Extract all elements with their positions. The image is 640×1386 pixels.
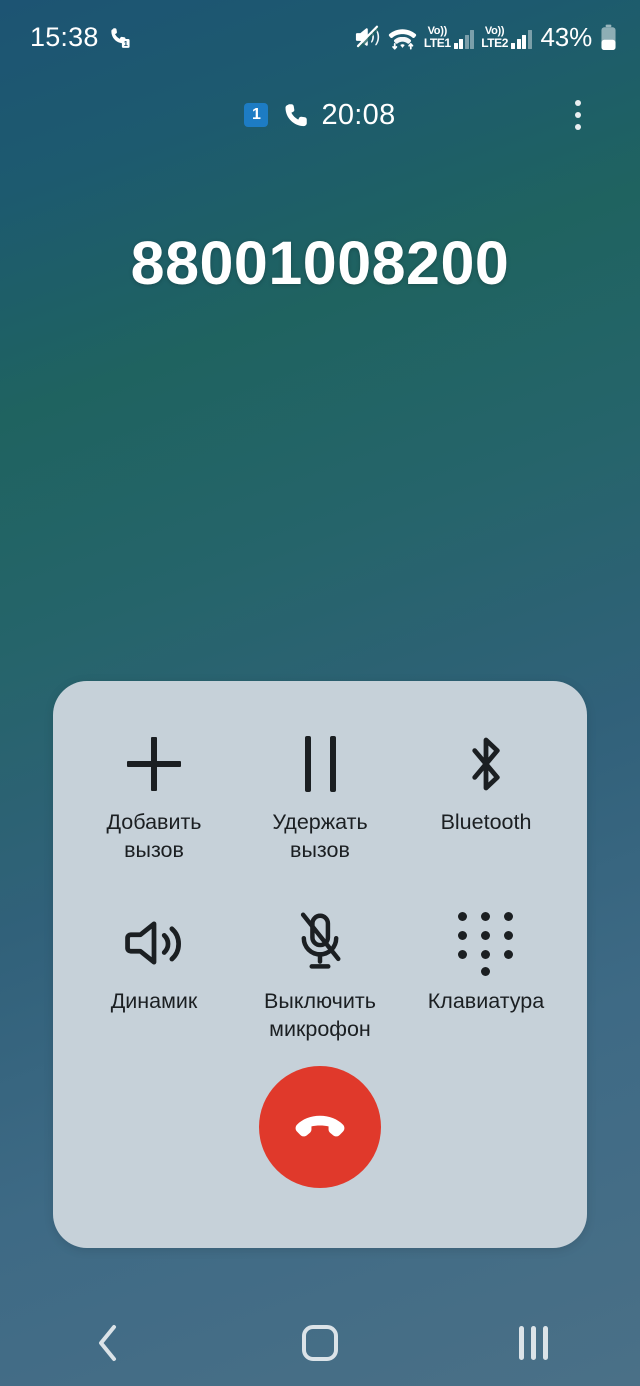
sim-badge: 1 <box>244 103 269 127</box>
call-status-inner: 1 20:08 <box>244 99 395 132</box>
nav-home-button[interactable] <box>213 1300 426 1386</box>
in-call-controls-grid: Добавитьвызов Удержатьвызов Bluetooth <box>53 681 587 1049</box>
sim1-signal-bars <box>453 29 475 49</box>
keypad-label: Клавиатура <box>427 989 545 1014</box>
keypad-button[interactable]: Клавиатура <box>403 906 569 1049</box>
sim1-signal: Vo)) LTE1 <box>423 24 475 50</box>
status-bar-left: 15:38 1 <box>30 22 131 53</box>
sim1-volte-label: Vo)) LTE1 <box>423 24 451 50</box>
call-duration: 20:08 <box>321 98 396 131</box>
status-bar: 15:38 1 Vo)) LTE1 Vo)) LTE2 43% <box>0 0 640 74</box>
battery-percent-label: 43% <box>540 21 593 52</box>
mute-microphone-label: Выключить микрофон <box>264 989 376 1041</box>
dialpad-icon <box>443 912 529 977</box>
speaker-button[interactable]: Динамик <box>71 906 237 1049</box>
microphone-off-icon <box>277 912 363 974</box>
battery-icon <box>599 24 618 51</box>
pause-icon <box>277 733 363 795</box>
mute-microphone-button[interactable]: Выключить микрофон <box>237 906 403 1049</box>
status-clock: 15:38 <box>30 21 99 52</box>
end-call-area <box>53 1066 587 1188</box>
wifi-icon <box>388 25 417 50</box>
end-call-handset-icon <box>287 1094 353 1160</box>
more-vertical-icon-dot <box>575 100 581 106</box>
home-square-icon <box>301 1325 338 1361</box>
nav-back-button[interactable] <box>0 1300 213 1386</box>
plus-icon <box>111 733 197 795</box>
in-call-controls-panel: Добавитьвызов Удержатьвызов Bluetooth <box>53 681 587 1248</box>
hold-call-button[interactable]: Удержать вызов <box>237 727 403 870</box>
bluetooth-label: Bluetooth <box>440 810 532 834</box>
phone-incall-screen: 15:38 1 Vo)) LTE1 Vo)) LTE2 43% 1 20:08 … <box>0 0 640 1386</box>
more-vertical-icon-dot <box>575 124 581 130</box>
call-forwarding-icon: 1 <box>108 26 131 49</box>
android-navigation-bar <box>0 1300 640 1386</box>
call-status-header: 1 20:08 <box>0 92 640 138</box>
volume-mute-icon <box>354 25 381 49</box>
recents-bars-icon <box>518 1326 548 1360</box>
back-chevron-icon <box>96 1324 118 1362</box>
speaker-label: Динамик <box>110 989 198 1014</box>
hold-call-label: Удержать вызов <box>272 810 368 862</box>
more-vertical-icon-dot <box>575 112 581 118</box>
bluetooth-icon <box>443 733 529 795</box>
caller-phone-number: 88001008200 <box>130 229 510 297</box>
sim2-signal: Vo)) LTE2 <box>481 24 532 50</box>
add-call-button[interactable]: Добавить вызов <box>71 727 237 870</box>
sim2-volte-label: Vo)) LTE2 <box>481 24 509 50</box>
end-call-button[interactable] <box>259 1066 381 1188</box>
speaker-icon <box>111 912 197 974</box>
more-options-button[interactable] <box>558 93 598 137</box>
svg-text:1: 1 <box>123 39 128 48</box>
phone-handset-icon <box>281 102 308 129</box>
sim2-signal-bars <box>511 29 532 49</box>
status-bar-right: Vo)) LTE1 Vo)) LTE2 43% <box>354 22 618 53</box>
bluetooth-button[interactable]: Bluetooth <box>403 727 569 870</box>
add-call-label: Добавить вызов <box>106 810 202 862</box>
nav-recents-button[interactable] <box>427 1300 640 1386</box>
